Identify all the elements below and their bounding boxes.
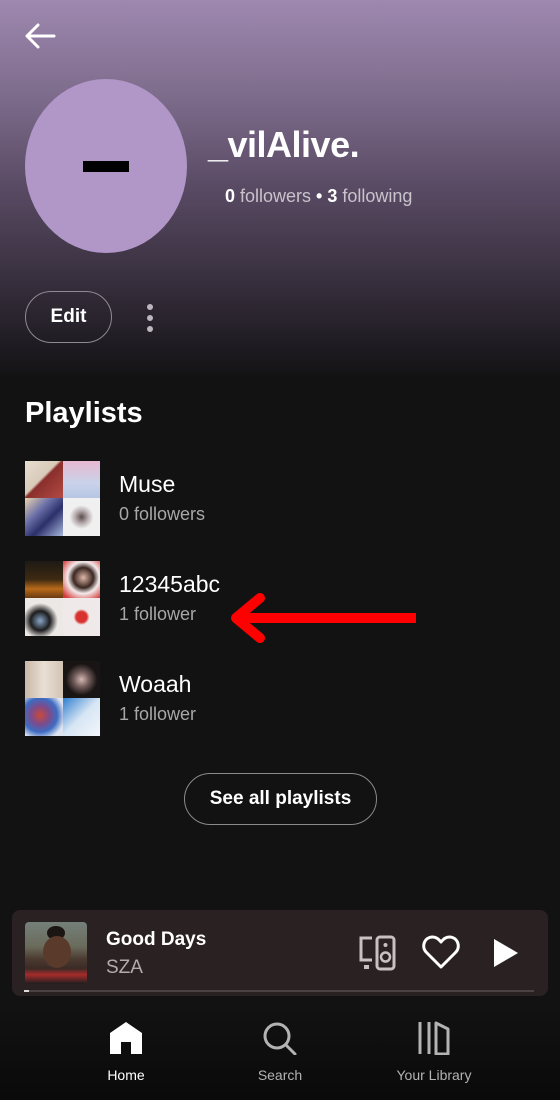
playlists-heading: Playlists	[25, 397, 143, 429]
nav-search[interactable]: Search	[210, 1021, 350, 1083]
playback-progress-bar[interactable]	[24, 990, 534, 992]
playlist-cover	[25, 460, 100, 536]
nav-label: Your Library	[396, 1067, 472, 1083]
playlist-cover	[25, 660, 100, 736]
followers-label[interactable]: followers	[240, 186, 311, 207]
nav-label: Home	[107, 1067, 145, 1083]
username: _vilAlive.	[208, 124, 360, 165]
bottom-navigation: Home Search Your Library	[0, 1005, 560, 1100]
playlist-item[interactable]: Muse 0 followers	[25, 460, 525, 536]
follow-stats: 0 followers • 3 following	[225, 186, 412, 207]
arrow-left-icon	[25, 23, 56, 49]
see-all-playlists-button[interactable]: See all playlists	[184, 773, 377, 825]
stats-separator: •	[316, 186, 323, 206]
playlist-followers: 0 followers	[119, 504, 206, 524]
play-icon	[494, 939, 518, 967]
now-playing-artwork	[25, 922, 87, 984]
play-button[interactable]	[492, 938, 520, 973]
playlist-cover	[25, 560, 100, 636]
avatar-initial	[83, 160, 129, 172]
heart-icon	[422, 935, 460, 969]
dot-icon	[147, 326, 153, 332]
search-icon	[263, 1022, 297, 1055]
library-icon	[418, 1021, 450, 1055]
playlist-followers: 1 follower	[119, 704, 197, 724]
now-playing-title: Good Days	[106, 929, 207, 950]
followers-count[interactable]: 0	[225, 186, 235, 207]
avatar[interactable]	[25, 79, 187, 253]
dot-icon	[147, 304, 153, 310]
playlist-item[interactable]: Woaah 1 follower	[25, 660, 525, 736]
like-button[interactable]	[422, 934, 460, 975]
devices-icon	[359, 935, 396, 971]
back-button[interactable]	[22, 18, 58, 54]
playlist-followers: 1 follower	[119, 604, 197, 624]
connect-device-button[interactable]	[358, 934, 398, 977]
playlist-name: Muse	[119, 471, 176, 497]
annotation-arrow-icon	[231, 593, 416, 643]
profile-header: _vilAlive. 0 followers • 3 following Edi…	[0, 0, 560, 380]
playlist-name: 12345abc	[119, 571, 221, 597]
nav-your-library[interactable]: Your Library	[364, 1021, 504, 1083]
nav-home[interactable]: Home	[56, 1021, 196, 1083]
now-playing-artist: SZA	[106, 957, 143, 978]
playlist-name: Woaah	[119, 671, 192, 697]
edit-profile-button[interactable]: Edit	[25, 291, 112, 343]
following-label[interactable]: following	[342, 186, 412, 207]
following-count[interactable]: 3	[327, 186, 337, 207]
playback-progress-fill	[24, 990, 30, 992]
dot-icon	[147, 315, 153, 321]
mini-player[interactable]: Good Days SZA	[12, 910, 548, 996]
home-icon	[110, 1022, 142, 1054]
more-options-button[interactable]	[140, 298, 160, 338]
nav-label: Search	[257, 1067, 303, 1083]
